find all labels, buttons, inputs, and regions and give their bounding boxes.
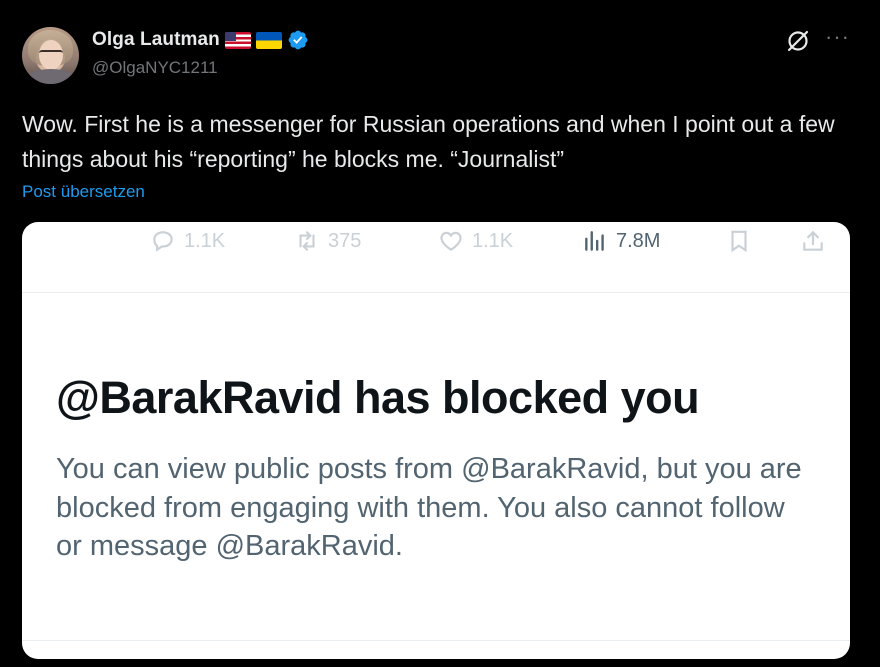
avatar-body (26, 69, 76, 84)
embedded-reply: 1.1K (150, 228, 225, 254)
like-count: 1.1K (472, 229, 514, 252)
author-display-name[interactable]: Olga Lautman (92, 29, 220, 51)
author-handle[interactable]: @OlgaNYC1211 (92, 58, 218, 78)
reply-icon (153, 231, 173, 252)
avatar[interactable] (22, 27, 79, 84)
like-icon (440, 231, 462, 251)
reply-count: 1.1K (184, 229, 226, 252)
author-name-row: Olga Lautman (92, 28, 309, 52)
repost-icon (299, 231, 315, 251)
grok-icon[interactable] (785, 28, 811, 54)
embedded-share (800, 228, 826, 254)
view-count: 7.8M (616, 229, 661, 252)
more-icon[interactable]: ··· (825, 26, 851, 50)
embedded-divider (22, 292, 850, 293)
embedded-action-bar: 1.1K 375 1.1K 7.8M (22, 222, 850, 260)
blocked-body: You can view public posts from @BarakRav… (56, 453, 802, 562)
avatar-glasses (39, 50, 63, 58)
embedded-like: 1.1K (438, 228, 513, 254)
embedded-repost: 375 (294, 228, 361, 254)
embedded-views: 7.8M (582, 228, 660, 254)
ukraine-flag-icon (255, 31, 282, 49)
tweet-text: Wow. First he is a messenger for Russian… (22, 111, 835, 172)
tweet[interactable]: Olga Lautman @OlgaNYC1211 ··· Wow. First… (0, 0, 880, 667)
bookmark-icon (731, 230, 747, 253)
views-icon (585, 231, 604, 251)
embedded-bottom-divider (22, 640, 850, 641)
us-flag-icon (224, 31, 251, 49)
translate-link[interactable]: Post übersetzen (22, 182, 145, 202)
embedded-bookmark (726, 228, 752, 254)
share-icon (803, 230, 823, 251)
tweet-media-image[interactable]: 1.1K 375 1.1K 7.8M @BarakRavid has block (22, 222, 850, 659)
verified-badge-icon[interactable] (287, 29, 309, 51)
repost-count: 375 (328, 229, 362, 252)
blocked-title: @BarakRavid has blocked you (56, 372, 700, 423)
